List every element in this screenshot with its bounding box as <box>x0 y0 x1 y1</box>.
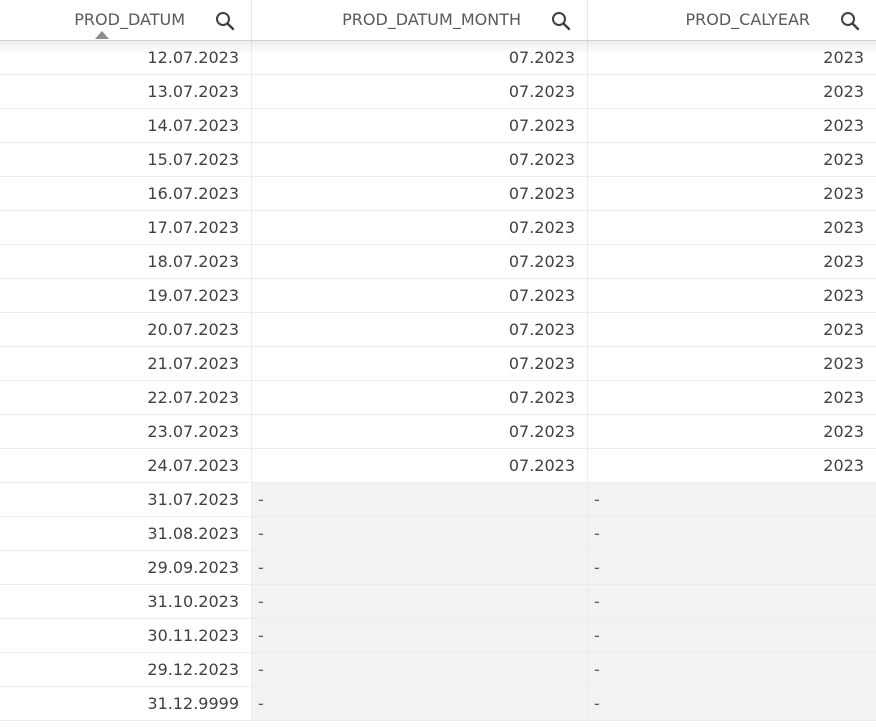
search-icon[interactable] <box>215 11 235 31</box>
cell-prod-datum-month[interactable]: 07.2023 <box>252 449 588 482</box>
cell-prod-calyear[interactable]: - <box>588 687 876 720</box>
table-header: PROD_DATUM PROD_DATUM_MONTH PROD_CALYEAR <box>0 0 876 41</box>
cell-prod-datum-month[interactable]: - <box>252 483 588 516</box>
column-header-prod-datum-month[interactable]: PROD_DATUM_MONTH <box>252 0 588 40</box>
cell-prod-datum-month[interactable]: 07.2023 <box>252 415 588 448</box>
column-header-label: PROD_DATUM_MONTH <box>342 10 521 29</box>
cell-prod-datum[interactable]: 21.07.2023 <box>0 347 252 380</box>
cell-prod-datum[interactable]: 13.07.2023 <box>0 75 252 108</box>
cell-prod-datum[interactable]: 15.07.2023 <box>0 143 252 176</box>
cell-prod-calyear[interactable]: 2023 <box>588 211 876 244</box>
cell-prod-calyear[interactable]: - <box>588 619 876 652</box>
cell-prod-datum-month[interactable]: 07.2023 <box>252 245 588 278</box>
data-table: PROD_DATUM PROD_DATUM_MONTH PROD_CALYEAR… <box>0 0 876 721</box>
cell-prod-datum[interactable]: 22.07.2023 <box>0 381 252 414</box>
cell-prod-calyear[interactable]: 2023 <box>588 109 876 142</box>
table-row[interactable]: 19.07.2023 07.2023 2023 <box>0 279 876 313</box>
cell-prod-datum[interactable]: 20.07.2023 <box>0 313 252 346</box>
table-row[interactable]: 18.07.2023 07.2023 2023 <box>0 245 876 279</box>
table-row[interactable]: 31.10.2023- - <box>0 585 876 619</box>
table-row[interactable]: 31.12.9999- - <box>0 687 876 721</box>
cell-prod-datum-month[interactable]: 07.2023 <box>252 211 588 244</box>
column-header-prod-calyear[interactable]: PROD_CALYEAR <box>588 0 876 40</box>
cell-prod-calyear[interactable]: 2023 <box>588 75 876 108</box>
cell-prod-calyear[interactable]: - <box>588 517 876 550</box>
table-row[interactable]: 17.07.2023 07.2023 2023 <box>0 211 876 245</box>
cell-prod-datum-month[interactable]: - <box>252 517 588 550</box>
cell-prod-calyear[interactable]: 2023 <box>588 279 876 312</box>
cell-prod-datum-month[interactable]: 07.2023 <box>252 75 588 108</box>
cell-prod-datum-month[interactable]: 07.2023 <box>252 279 588 312</box>
table-row[interactable]: 29.12.2023- - <box>0 653 876 687</box>
cell-prod-datum-month[interactable]: 07.2023 <box>252 143 588 176</box>
cell-prod-calyear[interactable]: 2023 <box>588 245 876 278</box>
cell-prod-calyear[interactable]: 2023 <box>588 347 876 380</box>
column-header-prod-datum[interactable]: PROD_DATUM <box>0 0 252 40</box>
cell-prod-calyear[interactable]: - <box>588 653 876 686</box>
table-row[interactable]: 24.07.2023 07.2023 2023 <box>0 449 876 483</box>
table-row[interactable]: 29.09.2023- - <box>0 551 876 585</box>
cell-prod-datum[interactable]: 18.07.2023 <box>0 245 252 278</box>
cell-prod-datum-month[interactable]: 07.2023 <box>252 109 588 142</box>
cell-prod-calyear[interactable]: 2023 <box>588 415 876 448</box>
cell-prod-datum-month[interactable]: - <box>252 585 588 618</box>
cell-prod-datum-month[interactable]: - <box>252 687 588 720</box>
table-row[interactable]: 13.07.2023 07.2023 2023 <box>0 75 876 109</box>
cell-prod-calyear[interactable]: - <box>588 483 876 516</box>
cell-prod-datum[interactable]: 31.08.2023 <box>0 517 252 550</box>
cell-prod-calyear[interactable]: 2023 <box>588 449 876 482</box>
cell-prod-datum-month[interactable]: 07.2023 <box>252 177 588 210</box>
table-row[interactable]: 31.08.2023- - <box>0 517 876 551</box>
table-body: 12.07.2023 07.2023 2023 13.07.2023 07.2023 20… <box>0 41 876 721</box>
sort-ascending-icon <box>95 31 109 39</box>
cell-prod-datum[interactable]: 24.07.2023 <box>0 449 252 482</box>
table-row[interactable]: 12.07.2023 07.2023 2023 <box>0 41 876 75</box>
table-row[interactable]: 16.07.2023 07.2023 2023 <box>0 177 876 211</box>
cell-prod-datum[interactable]: 31.07.2023 <box>0 483 252 516</box>
cell-prod-datum[interactable]: 16.07.2023 <box>0 177 252 210</box>
cell-prod-calyear[interactable]: - <box>588 551 876 584</box>
cell-prod-datum[interactable]: 29.09.2023 <box>0 551 252 584</box>
cell-prod-datum[interactable]: 29.12.2023 <box>0 653 252 686</box>
table-row[interactable]: 22.07.2023 07.2023 2023 <box>0 381 876 415</box>
table-row[interactable]: 21.07.2023 07.2023 2023 <box>0 347 876 381</box>
search-icon[interactable] <box>840 11 860 31</box>
cell-prod-calyear[interactable]: - <box>588 585 876 618</box>
cell-prod-datum[interactable]: 19.07.2023 <box>0 279 252 312</box>
cell-prod-datum-month[interactable]: 07.2023 <box>252 313 588 346</box>
cell-prod-datum-month[interactable]: - <box>252 619 588 652</box>
column-header-label: PROD_DATUM <box>74 10 185 29</box>
cell-prod-calyear[interactable]: 2023 <box>588 177 876 210</box>
cell-prod-datum-month[interactable]: 07.2023 <box>252 381 588 414</box>
cell-prod-datum[interactable]: 12.07.2023 <box>0 41 252 74</box>
table-row[interactable]: 30.11.2023- - <box>0 619 876 653</box>
cell-prod-datum[interactable]: 31.12.9999 <box>0 687 252 720</box>
cell-prod-datum-month[interactable]: - <box>252 653 588 686</box>
cell-prod-calyear[interactable]: 2023 <box>588 143 876 176</box>
search-icon[interactable] <box>551 11 571 31</box>
cell-prod-datum[interactable]: 14.07.2023 <box>0 109 252 142</box>
cell-prod-calyear[interactable]: 2023 <box>588 41 876 74</box>
cell-prod-calyear[interactable]: 2023 <box>588 313 876 346</box>
cell-prod-datum[interactable]: 17.07.2023 <box>0 211 252 244</box>
cell-prod-datum-month[interactable]: 07.2023 <box>252 347 588 380</box>
table-row[interactable]: 14.07.2023 07.2023 2023 <box>0 109 876 143</box>
cell-prod-datum[interactable]: 23.07.2023 <box>0 415 252 448</box>
cell-prod-datum-month[interactable]: - <box>252 551 588 584</box>
table-row[interactable]: 23.07.2023 07.2023 2023 <box>0 415 876 449</box>
cell-prod-datum[interactable]: 30.11.2023 <box>0 619 252 652</box>
table-row[interactable]: 15.07.2023 07.2023 2023 <box>0 143 876 177</box>
column-header-label: PROD_CALYEAR <box>685 10 810 29</box>
cell-prod-datum-month[interactable]: 07.2023 <box>252 41 588 74</box>
cell-prod-calyear[interactable]: 2023 <box>588 381 876 414</box>
table-row[interactable]: 31.07.2023- - <box>0 483 876 517</box>
table-row[interactable]: 20.07.2023 07.2023 2023 <box>0 313 876 347</box>
cell-prod-datum[interactable]: 31.10.2023 <box>0 585 252 618</box>
